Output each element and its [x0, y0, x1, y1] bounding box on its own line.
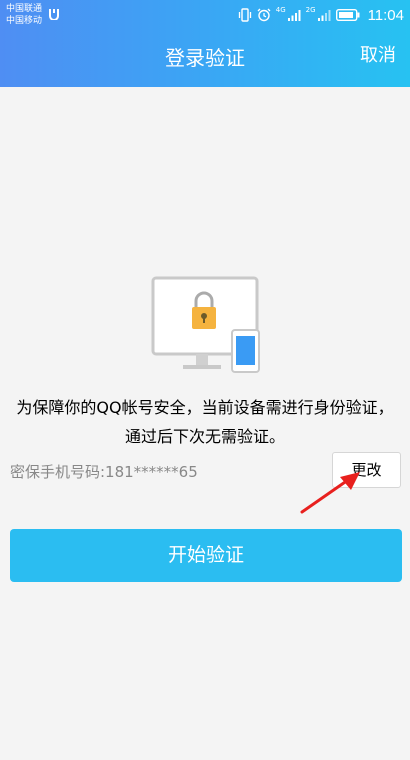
carrier-label-1: 中国联通	[6, 4, 43, 14]
header: 中国联通 中国移动 4G 2G 11:04 登录验证 取消	[0, 0, 410, 87]
battery-icon	[335, 9, 360, 21]
phone-icon	[231, 329, 260, 373]
carrier-label-2: 中国移动	[6, 16, 43, 26]
cancel-button[interactable]: 取消	[360, 42, 396, 70]
device-illustration	[151, 276, 260, 373]
verification-message: 为保障你的QQ帐号安全，当前设备需进行身份验证，通过后下次无需验证。	[16, 398, 394, 446]
phone-number-label: 密保手机号码:181******65	[10, 463, 198, 481]
vibrate-icon	[238, 8, 251, 22]
alarm-icon	[257, 8, 271, 22]
annotation-arrow-icon	[300, 472, 360, 514]
page-title: 登录验证	[165, 46, 245, 70]
status-time: 11:04	[367, 6, 404, 24]
notification-icon	[49, 9, 59, 20]
status-icons: 4G 2G 11:04	[238, 0, 404, 30]
network-type-1: 4G	[275, 6, 286, 14]
signal-icon	[287, 10, 301, 21]
network-type-2: 2G	[305, 6, 316, 14]
signal-icon	[317, 10, 331, 21]
nav-bar: 登录验证 取消	[0, 30, 410, 87]
start-verification-button[interactable]: 开始验证	[10, 529, 402, 582]
status-bar: 中国联通 中国移动 4G 2G 11:04	[0, 0, 410, 30]
